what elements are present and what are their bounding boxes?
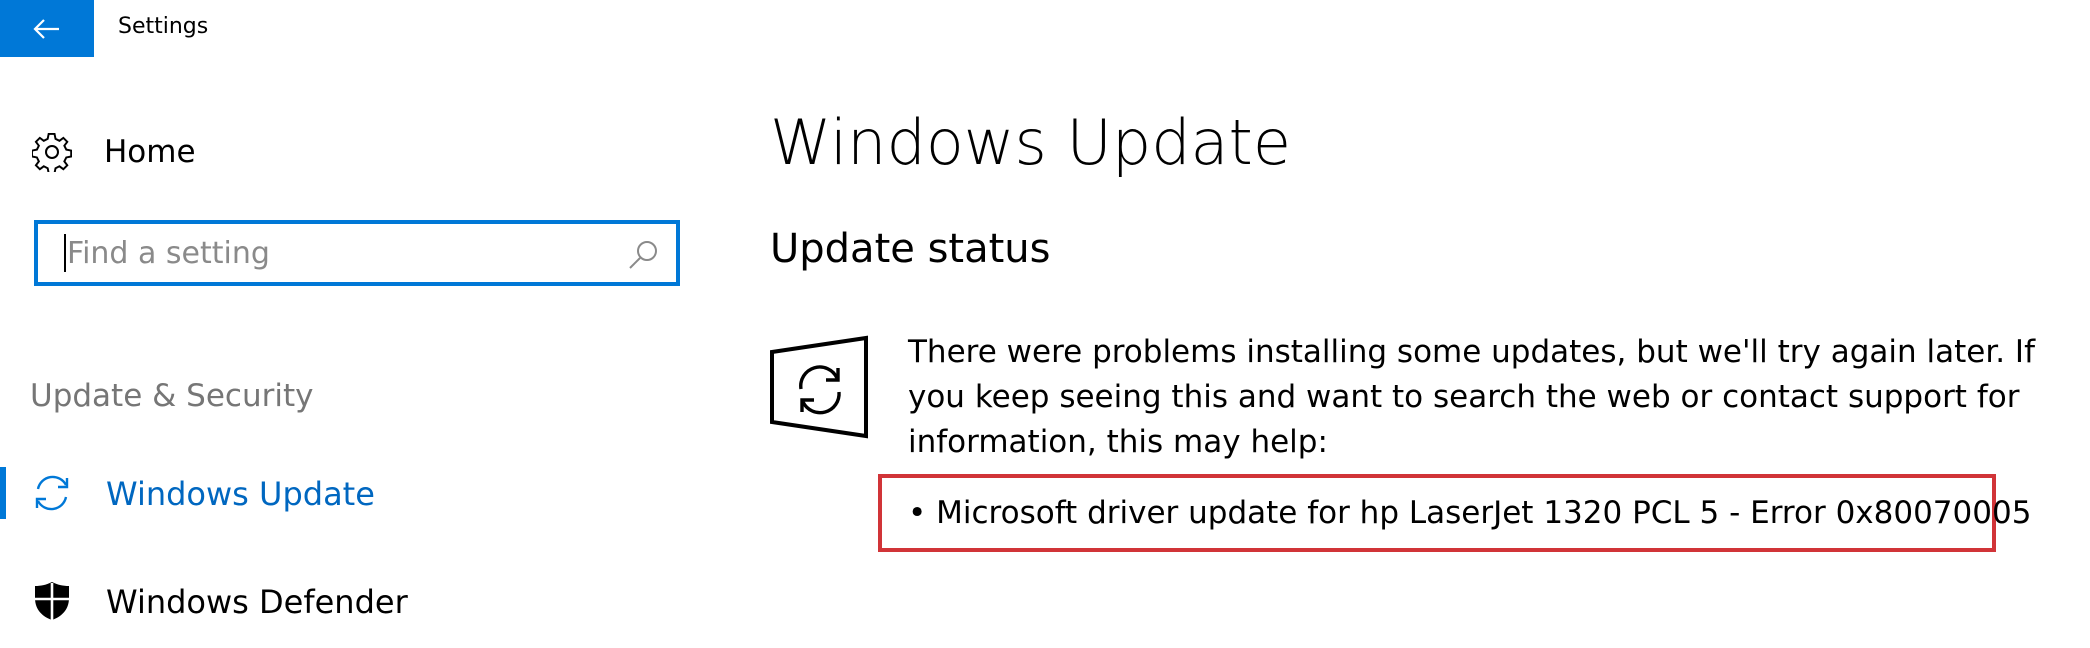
search-input[interactable] (67, 232, 607, 274)
status-message: There were problems installing some upda… (908, 334, 2035, 460)
search-icon[interactable] (626, 238, 660, 272)
page-title: Windows Update (770, 106, 1292, 179)
failed-update-item: • Microsoft driver update for hp LaserJe… (908, 495, 2032, 531)
sidebar-item-home-label: Home (104, 134, 196, 170)
sync-icon (30, 471, 74, 515)
title-bar: Settings (0, 0, 2090, 57)
gear-icon (30, 130, 74, 174)
back-arrow-icon (33, 18, 59, 39)
update-error-icon (770, 335, 868, 439)
search-box[interactable] (34, 220, 680, 286)
sidebar-item-label: Windows Update (106, 475, 375, 513)
update-status-heading: Update status (770, 226, 1051, 272)
text-caret (64, 234, 66, 272)
failed-update-highlight: • Microsoft driver update for hp LaserJe… (878, 474, 2031, 552)
sidebar-item-windows-defender[interactable]: Windows Defender (0, 571, 600, 631)
sidebar-item-label: Windows Defender (106, 583, 408, 621)
sidebar-item-windows-update[interactable]: Windows Update (0, 463, 600, 523)
sidebar-item-home[interactable]: Home (30, 124, 196, 180)
shield-icon (30, 579, 74, 623)
back-button[interactable] (0, 0, 94, 57)
app-title: Settings (118, 14, 209, 39)
section-heading: Update & Security (30, 378, 314, 414)
